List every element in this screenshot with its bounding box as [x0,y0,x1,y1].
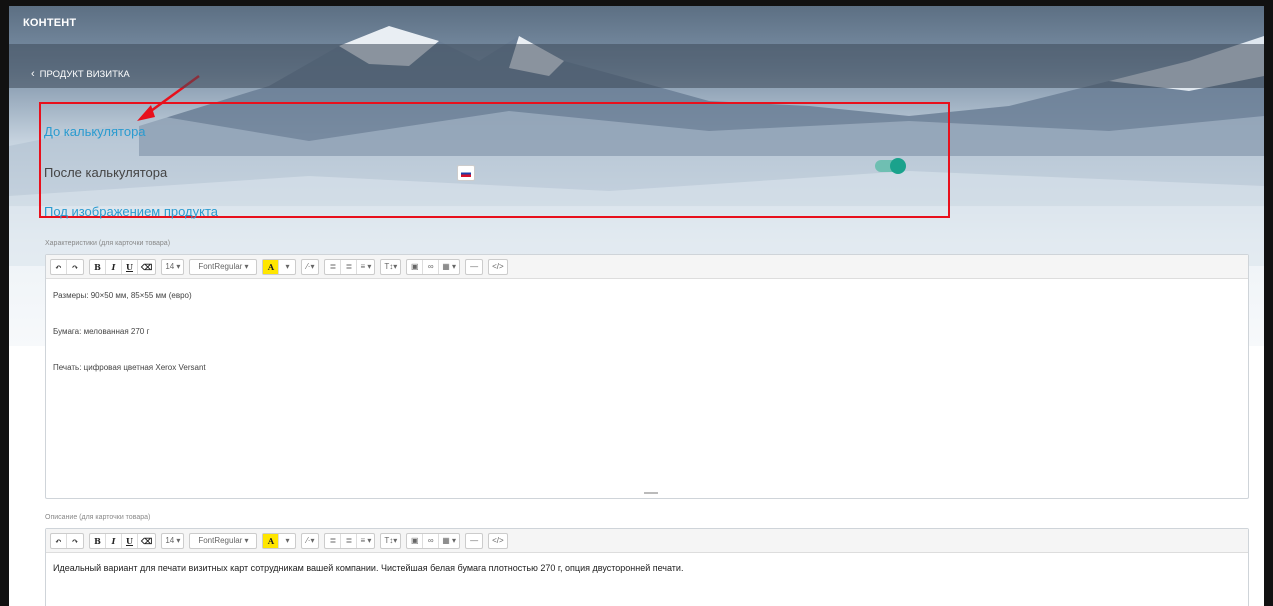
link-icon[interactable]: ∞ [423,259,440,274]
code-view-icon[interactable]: </> [489,534,507,548]
unordered-list-icon[interactable]: ≣ [325,533,342,548]
chevron-left-icon[interactable]: ‹ [31,69,35,80]
italic-button[interactable]: I [106,259,122,274]
text-color-button[interactable]: A [263,533,280,548]
russian-flag-icon[interactable] [457,165,475,181]
eraser-icon[interactable]: ⌫ [138,534,155,548]
text-color-button[interactable]: A [263,259,280,274]
description-label: Описание (для карточки товара) [45,514,151,521]
characteristics-line: Бумага: мелованная 270 г [53,327,150,336]
annotation-highlight-box [39,102,950,218]
color-caret-icon[interactable]: ▾ [279,260,295,274]
image-icon[interactable]: ▣ [407,259,424,274]
characteristics-editor[interactable]: ↶ ↷ B I U ⌫ 14 ▾ FontRegular ▾ A ▾ ⁄·▾ ≣ ≣ ≡ ▾ … [45,254,1249,499]
resize-handle[interactable] [644,492,658,494]
breadcrumb[interactable]: ‹ ПРОДУКТ ВИЗИТКА [9,44,1264,88]
characteristics-label: Характеристики (для карточки товара) [45,240,171,247]
font-size-select[interactable]: 14 ▾ [162,534,183,548]
undo-icon[interactable]: ↶ [51,259,67,274]
underline-button[interactable]: U [122,259,138,274]
horizontal-rule-icon[interactable]: — [466,534,482,548]
magic-wand-icon[interactable]: ⁄·▾ [302,260,318,274]
bold-button[interactable]: B [90,259,106,274]
editor-toolbar: ↶ ↷ B I U ⌫ 14 ▾ FontRegular ▾ A ▾ ⁄·▾ ≣ ≣ ≡ ▾ … [46,529,1248,553]
color-caret-icon[interactable]: ▾ [279,534,295,548]
text-style-select[interactable]: T↕▾ [381,260,400,274]
eraser-icon[interactable]: ⌫ [138,260,155,274]
ordered-list-icon[interactable]: ≣ [341,259,358,274]
characteristics-text[interactable]: Размеры: 90×50 мм, 85×55 мм (евро) Бумаг… [46,279,1248,372]
content-area: До калькулятора После калькулятора Под и… [9,88,1264,606]
underline-button[interactable]: U [122,533,138,548]
page-title: КОНТЕНТ [23,17,77,29]
breadcrumb-label[interactable]: ПРОДУКТ ВИЗИТКА [40,69,130,80]
table-select[interactable]: ▦ ▾ [439,260,459,274]
image-icon[interactable]: ▣ [407,533,424,548]
ordered-list-icon[interactable]: ≣ [341,533,358,548]
before-calculator-link[interactable]: До калькулятора [44,124,146,139]
italic-button[interactable]: I [106,533,122,548]
redo-icon[interactable]: ↷ [67,534,83,548]
redo-icon[interactable]: ↷ [67,260,83,274]
bold-button[interactable]: B [90,533,106,548]
magic-wand-icon[interactable]: ⁄·▾ [302,534,318,548]
characteristics-line: Печать: цифровая цветная Xerox Versant [53,363,206,372]
align-select[interactable]: ≡ ▾ [357,260,374,274]
editor-toolbar: ↶ ↷ B I U ⌫ 14 ▾ FontRegular ▾ A ▾ ⁄·▾ ≣ ≣ ≡ ▾ … [46,255,1248,279]
font-name-select[interactable]: FontRegular ▾ [190,534,256,548]
description-text[interactable]: Идеальный вариант для печати визитных ка… [46,553,1248,573]
undo-icon[interactable]: ↶ [51,533,67,548]
under-image-link[interactable]: Под изображением продукта [44,204,218,219]
unordered-list-icon[interactable]: ≣ [325,259,342,274]
font-size-select[interactable]: 14 ▾ [162,260,183,274]
table-select[interactable]: ▦ ▾ [439,534,459,548]
align-select[interactable]: ≡ ▾ [357,534,374,548]
font-name-select[interactable]: FontRegular ▾ [190,260,256,274]
app-frame: КОНТЕНТ ‹ ПРОДУКТ ВИЗИТКА До калькулятор… [0,0,1273,606]
code-view-icon[interactable]: </> [489,260,507,274]
after-calculator-label: После калькулятора [44,165,168,180]
link-icon[interactable]: ∞ [423,533,440,548]
characteristics-line: Размеры: 90×50 мм, 85×55 мм (евро) [53,291,192,300]
toggle-knob [890,158,906,174]
after-calculator-toggle[interactable] [875,158,906,174]
description-editor[interactable]: ↶ ↷ B I U ⌫ 14 ▾ FontRegular ▾ A ▾ ⁄·▾ ≣ ≣ ≡ ▾ … [45,528,1249,606]
horizontal-rule-icon[interactable]: — [466,260,482,274]
text-style-select[interactable]: T↕▾ [381,534,400,548]
